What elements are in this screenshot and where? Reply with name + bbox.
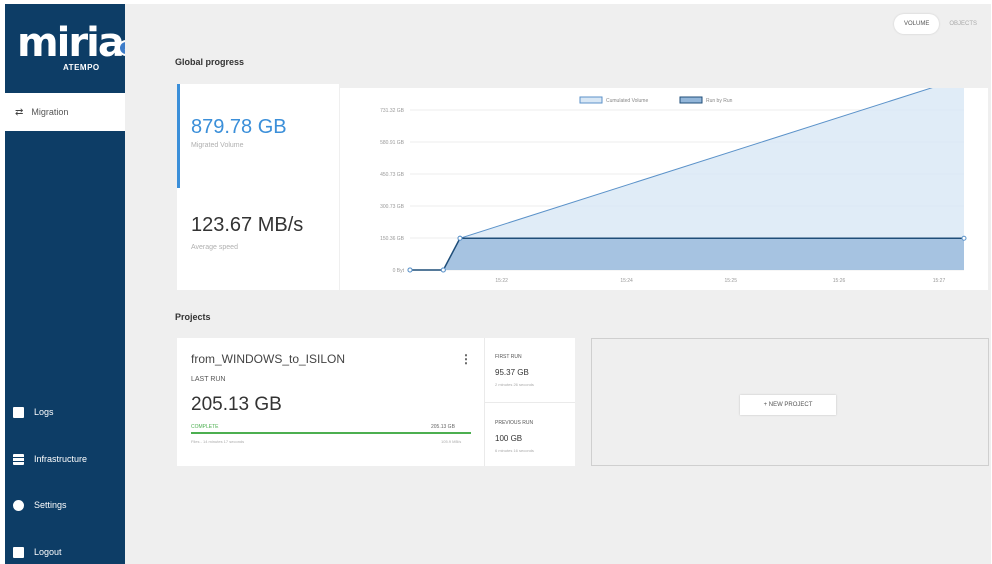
previous-run-duration: 6 minutes 16 seconds — [495, 448, 534, 453]
y-tick-label: 450.73 GB — [380, 172, 405, 178]
migrated-volume-label: Migrated Volume — [191, 142, 244, 149]
y-tick-label: 580.91 GB — [380, 140, 405, 146]
sidebar-item-logs[interactable]: Logs — [5, 399, 125, 425]
legend-swatch — [679, 96, 703, 104]
sidebar-item-label: Settings — [34, 500, 67, 510]
data-point — [961, 235, 967, 241]
chart-svg: 0 Byt 150.36 GB 300.73 GB 450.73 GB 580.91 G… — [380, 75, 967, 284]
sidebar-item-infrastructure[interactable]: Infrastructure — [5, 446, 125, 472]
average-speed-label: Average speed — [191, 244, 238, 251]
y-tick-label: 731.32 GB — [380, 108, 405, 114]
data-point — [440, 267, 446, 273]
series-area-1 — [410, 238, 964, 270]
sidebar-item-label: Logs — [34, 407, 54, 417]
sidebar-item-label: Migration — [31, 107, 69, 117]
data-point — [457, 235, 463, 241]
accent-bar — [177, 84, 180, 188]
migrated-volume-value: 879.78 GB — [191, 116, 287, 138]
first-run-value: 95.37 GB — [495, 368, 529, 377]
tab-objects[interactable]: OBJECTS — [945, 14, 981, 34]
x-tick-label: 15:26 — [833, 278, 846, 284]
legend-label: Cumulated Volume — [606, 98, 648, 104]
y-tick-label: 0 Byt — [393, 268, 405, 274]
x-tick-label: 15:27 — [933, 278, 946, 284]
new-project-button[interactable]: + NEW PROJECT — [740, 395, 836, 415]
run-progress-bar — [191, 432, 471, 434]
sidebar-item-label: Infrastructure — [34, 454, 88, 464]
last-run-value: 205.13 GB — [191, 394, 282, 415]
legend-label: Run by Run — [706, 98, 733, 104]
more-options-icon[interactable]: ⋮ — [460, 352, 472, 366]
clipboard-icon — [13, 406, 24, 418]
main-content: VOLUME OBJECTS Global progress 879.78 GB… — [125, 4, 991, 564]
y-tick-label: 150.36 GB — [380, 236, 405, 242]
logout-icon — [13, 546, 24, 558]
run-duration: Files - 14 minutes 17 seconds — [191, 439, 245, 444]
sidebar: miria ATEMPO ‹ ⇄ Migration Logs Infrastr… — [5, 4, 134, 564]
gear-icon — [13, 499, 24, 511]
global-progress-title: Global progress — [175, 57, 245, 67]
x-tick-label: 15:25 — [724, 278, 737, 284]
first-run-label: FIRST RUN — [495, 354, 522, 360]
average-speed-value: 123.67 MB/s — [191, 214, 304, 236]
sidebar-item-label: Logout — [34, 547, 62, 557]
status-value: 205.13 GB — [431, 424, 455, 430]
last-run-label: LAST RUN — [191, 376, 226, 383]
swap-arrows-icon: ⇄ — [15, 106, 24, 118]
new-project-area: + NEW PROJECT — [591, 338, 989, 466]
y-tick-label: 300.73 GB — [380, 204, 405, 210]
project-card[interactable]: from_WINDOWS_to_ISILON ⋮ LAST RUN 205.13… — [177, 338, 575, 466]
sidebar-item-settings[interactable]: Settings — [5, 492, 125, 518]
run-progress-fill — [191, 432, 471, 434]
legend-swatch — [579, 96, 603, 104]
average-speed-card: 123.67 MB/s Average speed — [177, 188, 339, 290]
sidebar-item-migration[interactable]: ⇄ Migration — [5, 93, 125, 131]
x-tick-label: 15:22 — [495, 278, 508, 284]
first-run-duration: 2 minutes 26 seconds — [495, 382, 534, 387]
list-icon — [13, 453, 24, 465]
view-toggle: VOLUME OBJECTS — [893, 14, 981, 34]
tab-volume[interactable]: VOLUME — [893, 14, 940, 34]
global-progress-chart: 0 Byt 150.36 GB 300.73 GB 450.73 GB 580.91 G… — [340, 75, 988, 290]
project-name[interactable]: from_WINDOWS_to_ISILON — [191, 352, 345, 366]
logo-text: miria — [17, 20, 125, 66]
projects-title: Projects — [175, 312, 211, 322]
logo: miria ATEMPO — [5, 4, 125, 88]
divider — [485, 402, 575, 403]
logo-subtitle: ATEMPO — [63, 63, 100, 72]
data-point — [407, 267, 413, 273]
x-tick-label: 15:24 — [620, 278, 633, 284]
previous-run-value: 100 GB — [495, 434, 523, 443]
run-speed: 105.9 MB/s — [441, 439, 462, 444]
migrated-volume-card: 879.78 GB Migrated Volume — [177, 84, 339, 188]
sidebar-item-logout[interactable]: Logout — [5, 539, 125, 564]
previous-run-label: PREVIOUS RUN — [495, 420, 534, 426]
status-label: COMPLETE — [191, 424, 219, 430]
